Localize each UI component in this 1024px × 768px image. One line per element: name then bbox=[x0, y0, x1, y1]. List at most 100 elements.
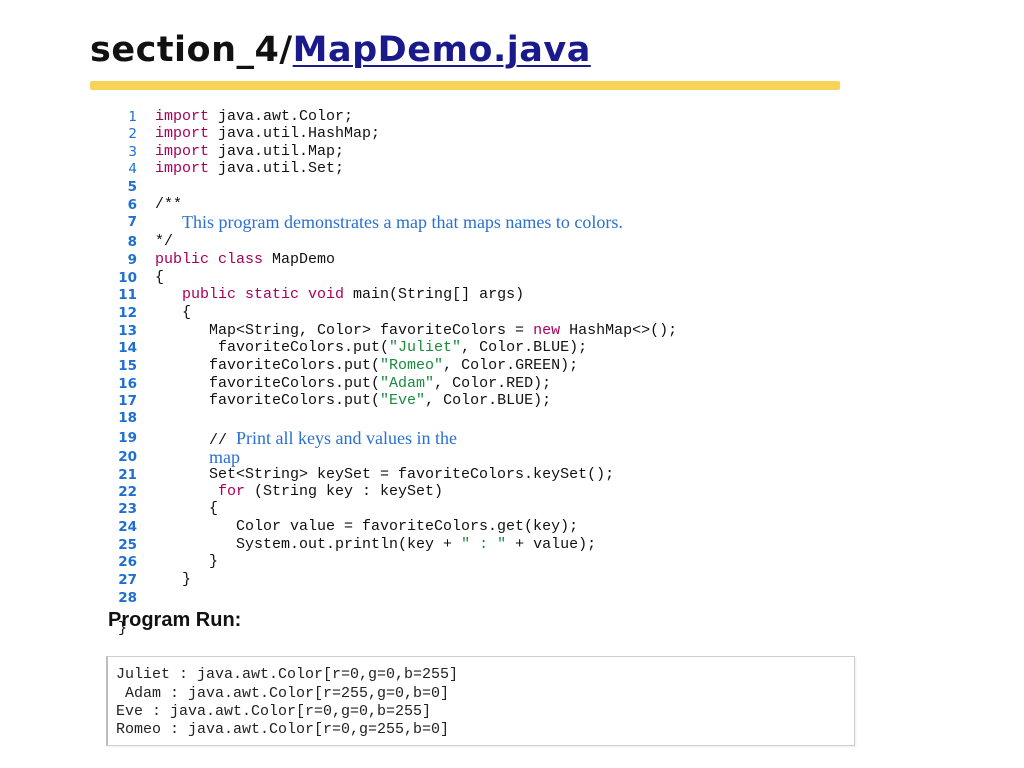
comment-text: map bbox=[209, 447, 241, 467]
output-line: Eve : java.awt.Color[r=0,g=0,b=255] bbox=[116, 703, 432, 720]
code-text: { bbox=[155, 269, 164, 287]
code-text: */ bbox=[155, 233, 173, 251]
code-token: (String key : keySet) bbox=[245, 483, 444, 500]
code-string: "Romeo" bbox=[380, 357, 444, 374]
line-number: 11 bbox=[118, 287, 137, 303]
code-text: favoriteColors.put("Adam", Color.RED); bbox=[155, 375, 551, 393]
code-token: { bbox=[155, 304, 192, 321]
line-number: 5 bbox=[127, 179, 137, 195]
code-token: Color value = favoriteColors.get(key); bbox=[155, 518, 579, 535]
code-text: } bbox=[155, 571, 191, 589]
line-number: 28 bbox=[118, 590, 137, 606]
code-keyword: import bbox=[155, 108, 210, 125]
code-token: java.util.HashMap; bbox=[209, 125, 381, 142]
code-text: Map<String, Color> favoriteColors = new … bbox=[155, 322, 677, 340]
code-string: " : " bbox=[461, 536, 507, 553]
code-token: java.util.Set; bbox=[209, 160, 345, 177]
line-number: 25 bbox=[118, 537, 137, 553]
code-keyword: public static void bbox=[182, 286, 345, 303]
code-text: import java.util.Set; bbox=[155, 160, 344, 178]
line-number: 13 bbox=[118, 323, 137, 339]
code-text: favoriteColors.put("Romeo", Color.GREEN)… bbox=[155, 357, 578, 375]
code-token: favoriteColors.put( bbox=[155, 375, 381, 392]
comment-text: This program demonstrates a map that map… bbox=[182, 212, 623, 232]
code-token: , Color.RED); bbox=[434, 375, 552, 392]
line-number: 10 bbox=[118, 270, 137, 286]
code-text: // Print all keys and values in the bbox=[155, 429, 457, 450]
line-number: 6 bbox=[127, 197, 137, 213]
line-number: 24 bbox=[118, 519, 137, 535]
line-number: 22 bbox=[118, 484, 137, 500]
program-output-box: Juliet : java.awt.Color[r=0,g=0,b=255] A… bbox=[106, 656, 855, 746]
line-number: 26 bbox=[118, 554, 137, 570]
code-token: , Color.BLUE); bbox=[461, 339, 588, 356]
code-token: , Color.BLUE); bbox=[425, 392, 552, 409]
output-line: Adam : java.awt.Color[r=255,g=0,b=0] bbox=[116, 685, 450, 702]
line-number: 2 bbox=[128, 126, 137, 142]
line-number: 17 bbox=[118, 393, 137, 409]
code-token: { bbox=[155, 500, 219, 517]
code-token: MapDemo bbox=[263, 251, 336, 268]
line-number: 23 bbox=[118, 501, 137, 517]
code-text: Set<String> keySet = favoriteColors.keyS… bbox=[155, 466, 614, 484]
code-text: import java.util.Map; bbox=[155, 143, 344, 161]
code-string: "Adam" bbox=[380, 375, 435, 392]
code-comment: */ bbox=[155, 233, 174, 250]
code-text: Color value = favoriteColors.get(key); bbox=[155, 518, 578, 536]
output-line: Juliet : java.awt.Color[r=0,g=0,b=255] bbox=[116, 666, 459, 683]
code-comment: /** bbox=[155, 196, 183, 213]
line-number: 12 bbox=[118, 305, 137, 321]
code-text: } bbox=[155, 553, 218, 571]
output-line: Romeo : java.awt.Color[r=0,g=255,b=0] bbox=[116, 721, 450, 738]
line-number: 20 bbox=[118, 449, 137, 465]
code-listing: 1 import java.awt.Color; 2 import java.util… bbox=[0, 0, 1024, 768]
line-number: 7 bbox=[127, 214, 137, 230]
code-token: { bbox=[155, 269, 165, 286]
code-string: "Eve" bbox=[380, 392, 426, 409]
code-token: favoriteColors.put( bbox=[155, 392, 381, 409]
code-token: Set<String> keySet = favoriteColors.keyS… bbox=[155, 466, 615, 483]
code-text: for (String key : keySet) bbox=[155, 483, 443, 501]
line-number: 18 bbox=[118, 410, 137, 426]
code-text: public class MapDemo bbox=[155, 251, 335, 269]
code-text: favoriteColors.put("Juliet", Color.BLUE)… bbox=[155, 339, 587, 357]
code-text: { bbox=[155, 304, 191, 322]
line-number: 14 bbox=[118, 340, 137, 356]
line-number: 15 bbox=[118, 358, 137, 374]
line-number: 8 bbox=[127, 234, 137, 250]
code-token: HashMap<>(); bbox=[560, 322, 678, 339]
line-number: 19 bbox=[118, 430, 137, 446]
line-number: 16 bbox=[118, 376, 137, 392]
code-token: java.util.Map; bbox=[209, 143, 345, 160]
comment-text: Print all keys and values in the bbox=[236, 428, 457, 448]
line-number: 21 bbox=[118, 467, 137, 483]
code-text: import java.util.HashMap; bbox=[155, 125, 380, 143]
code-keyword: import bbox=[155, 125, 210, 142]
code-token: main(String[] args) bbox=[344, 286, 525, 303]
code-text: System.out.println(key + " : " + value); bbox=[155, 536, 596, 554]
code-token: + value); bbox=[506, 536, 597, 553]
code-token: Map<String, Color> favoriteColors = bbox=[155, 322, 534, 339]
code-keyword: new bbox=[533, 322, 561, 339]
code-keyword: import bbox=[155, 143, 210, 160]
code-token: java.awt.Color; bbox=[209, 108, 354, 125]
line-number: 9 bbox=[127, 252, 137, 268]
code-text: { bbox=[155, 500, 218, 518]
code-text: /** bbox=[155, 196, 182, 214]
code-keyword: public class bbox=[155, 251, 264, 268]
line-number: 3 bbox=[128, 144, 137, 160]
code-text: import java.awt.Color; bbox=[155, 108, 353, 126]
program-run-heading: Program Run: bbox=[108, 609, 242, 631]
code-token: , Color.GREEN); bbox=[443, 357, 579, 374]
code-text: This program demonstrates a map that map… bbox=[155, 213, 623, 234]
code-token: favoriteColors.put( bbox=[155, 357, 381, 374]
code-token: favoriteColors.put( bbox=[155, 339, 390, 356]
line-number: 27 bbox=[118, 572, 137, 588]
code-string: "Juliet" bbox=[389, 339, 462, 356]
code-text: public static void main(String[] args) bbox=[155, 286, 524, 304]
code-token: } bbox=[155, 553, 219, 570]
code-token: } bbox=[155, 571, 192, 588]
